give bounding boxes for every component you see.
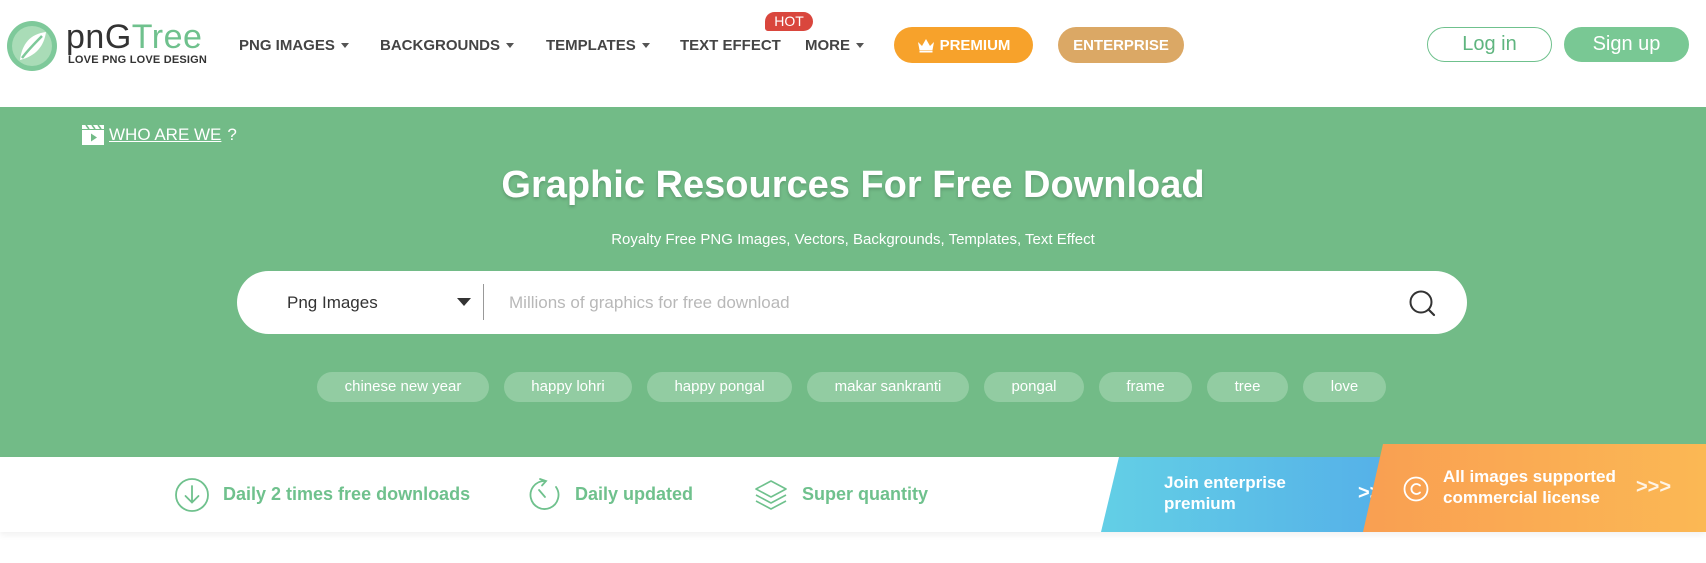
enterprise-promo-line2: premium bbox=[1164, 494, 1236, 513]
enterprise-promo-line1: Join enterprise bbox=[1164, 473, 1286, 492]
license-promo-arrow: >>> bbox=[1636, 476, 1672, 498]
hero-subtitle: Royalty Free PNG Images, Vectors, Backgr… bbox=[611, 231, 1095, 248]
search-divider bbox=[483, 284, 484, 320]
tag-chip[interactable]: happy lohri bbox=[504, 372, 632, 402]
caret-down-icon bbox=[641, 42, 650, 48]
premium-button[interactable]: PREMIUM bbox=[894, 27, 1033, 63]
license-promo-text: All images supported commercial license bbox=[1443, 466, 1616, 508]
logo-word-tree: Tree bbox=[131, 18, 203, 56]
nav-png-images[interactable]: PNG IMAGES bbox=[239, 35, 349, 55]
clock-icon bbox=[529, 477, 560, 510]
enterprise-label: ENTERPRISE bbox=[1073, 36, 1169, 54]
logo-tagline: LOVE PNG LOVE DESIGN bbox=[68, 54, 208, 66]
tag-chip[interactable]: chinese new year bbox=[317, 372, 489, 402]
search-input[interactable] bbox=[509, 283, 1309, 323]
feature-label: Daily 2 times free downloads bbox=[223, 484, 471, 504]
nav-png-images-label: PNG IMAGES bbox=[239, 36, 335, 54]
nav-templates-label: TEMPLATES bbox=[546, 36, 636, 54]
tag-chip[interactable]: makar sankranti bbox=[807, 372, 969, 402]
nav-backgrounds[interactable]: BACKGROUNDS bbox=[380, 35, 514, 55]
nav-templates[interactable]: TEMPLATES bbox=[546, 35, 650, 55]
premium-label: PREMIUM bbox=[939, 36, 1011, 54]
hot-badge: HOT bbox=[765, 12, 813, 31]
search-type-label: Png Images bbox=[287, 292, 378, 312]
license-promo-banner[interactable]: All images supported commercial license … bbox=[1363, 444, 1706, 532]
pngtree-logo[interactable]: pnGTree LOVE PNG LOVE DESIGN bbox=[6, 18, 208, 74]
leaf-logo-icon bbox=[7, 21, 57, 71]
video-clapper-icon bbox=[82, 124, 104, 145]
tag-chip[interactable]: happy pongal bbox=[647, 372, 792, 402]
copyright-icon bbox=[1403, 476, 1429, 502]
who-are-we[interactable]: WHO ARE WE ? bbox=[81, 124, 237, 146]
tag-chip[interactable]: tree bbox=[1207, 372, 1288, 402]
download-circle-icon bbox=[175, 477, 209, 512]
signup-label: Sign up bbox=[1592, 33, 1661, 55]
caret-down-icon bbox=[856, 42, 864, 48]
hero-banner: WHO ARE WE ? Graphic Resources For Free … bbox=[0, 107, 1706, 457]
feature-label: Daily updated bbox=[575, 484, 694, 504]
nav-text-effect-label: TEXT EFFECT bbox=[680, 36, 781, 54]
logo-wordmark: pnGTree bbox=[66, 18, 202, 56]
nav-backgrounds-label: BACKGROUNDS bbox=[380, 36, 500, 54]
tag-chip[interactable]: love bbox=[1303, 372, 1386, 402]
license-promo-line1: All images supported bbox=[1443, 467, 1616, 486]
nav-more[interactable]: MORE bbox=[805, 35, 864, 55]
site-header: pnGTree LOVE PNG LOVE DESIGN PNG IMAGES … bbox=[0, 0, 1706, 107]
search-type-select[interactable]: Png Images bbox=[287, 271, 487, 334]
logo-word-png: pnG bbox=[66, 18, 132, 56]
enterprise-button[interactable]: ENTERPRISE bbox=[1058, 27, 1184, 63]
search-bar: Png Images bbox=[237, 271, 1467, 334]
caret-down-icon bbox=[340, 42, 349, 48]
who-are-we-question: ? bbox=[227, 125, 237, 144]
tag-chip[interactable]: pongal bbox=[984, 372, 1084, 402]
signup-button[interactable]: Sign up bbox=[1564, 27, 1689, 62]
feature-daily-updated: Daily updated bbox=[526, 457, 693, 532]
layers-icon bbox=[755, 479, 787, 510]
hero-title: Graphic Resources For Free Download bbox=[501, 164, 1205, 206]
nav-more-label: MORE bbox=[805, 36, 850, 54]
search-icon[interactable] bbox=[1407, 288, 1437, 318]
license-promo-line2: commercial license bbox=[1443, 488, 1600, 507]
dropdown-arrow-icon bbox=[457, 298, 471, 306]
crown-icon bbox=[917, 38, 934, 52]
who-are-we-link[interactable]: WHO ARE WE bbox=[109, 125, 221, 145]
feature-super-quantity: Super quantity bbox=[753, 457, 928, 532]
nav-text-effect[interactable]: TEXT EFFECT bbox=[680, 35, 781, 55]
popular-tags: chinese new year happy lohri happy ponga… bbox=[0, 372, 1706, 402]
login-label: Log in bbox=[1462, 33, 1517, 55]
feature-label: Super quantity bbox=[802, 484, 929, 504]
login-button[interactable]: Log in bbox=[1427, 27, 1552, 62]
enterprise-promo-text: Join enterprise premium bbox=[1164, 472, 1286, 514]
enterprise-promo-banner[interactable]: Join enterprise premium >> bbox=[1101, 457, 1411, 532]
caret-down-icon bbox=[506, 42, 514, 48]
feature-free-downloads: Daily 2 times free downloads bbox=[174, 457, 470, 532]
tag-chip[interactable]: frame bbox=[1099, 372, 1192, 402]
